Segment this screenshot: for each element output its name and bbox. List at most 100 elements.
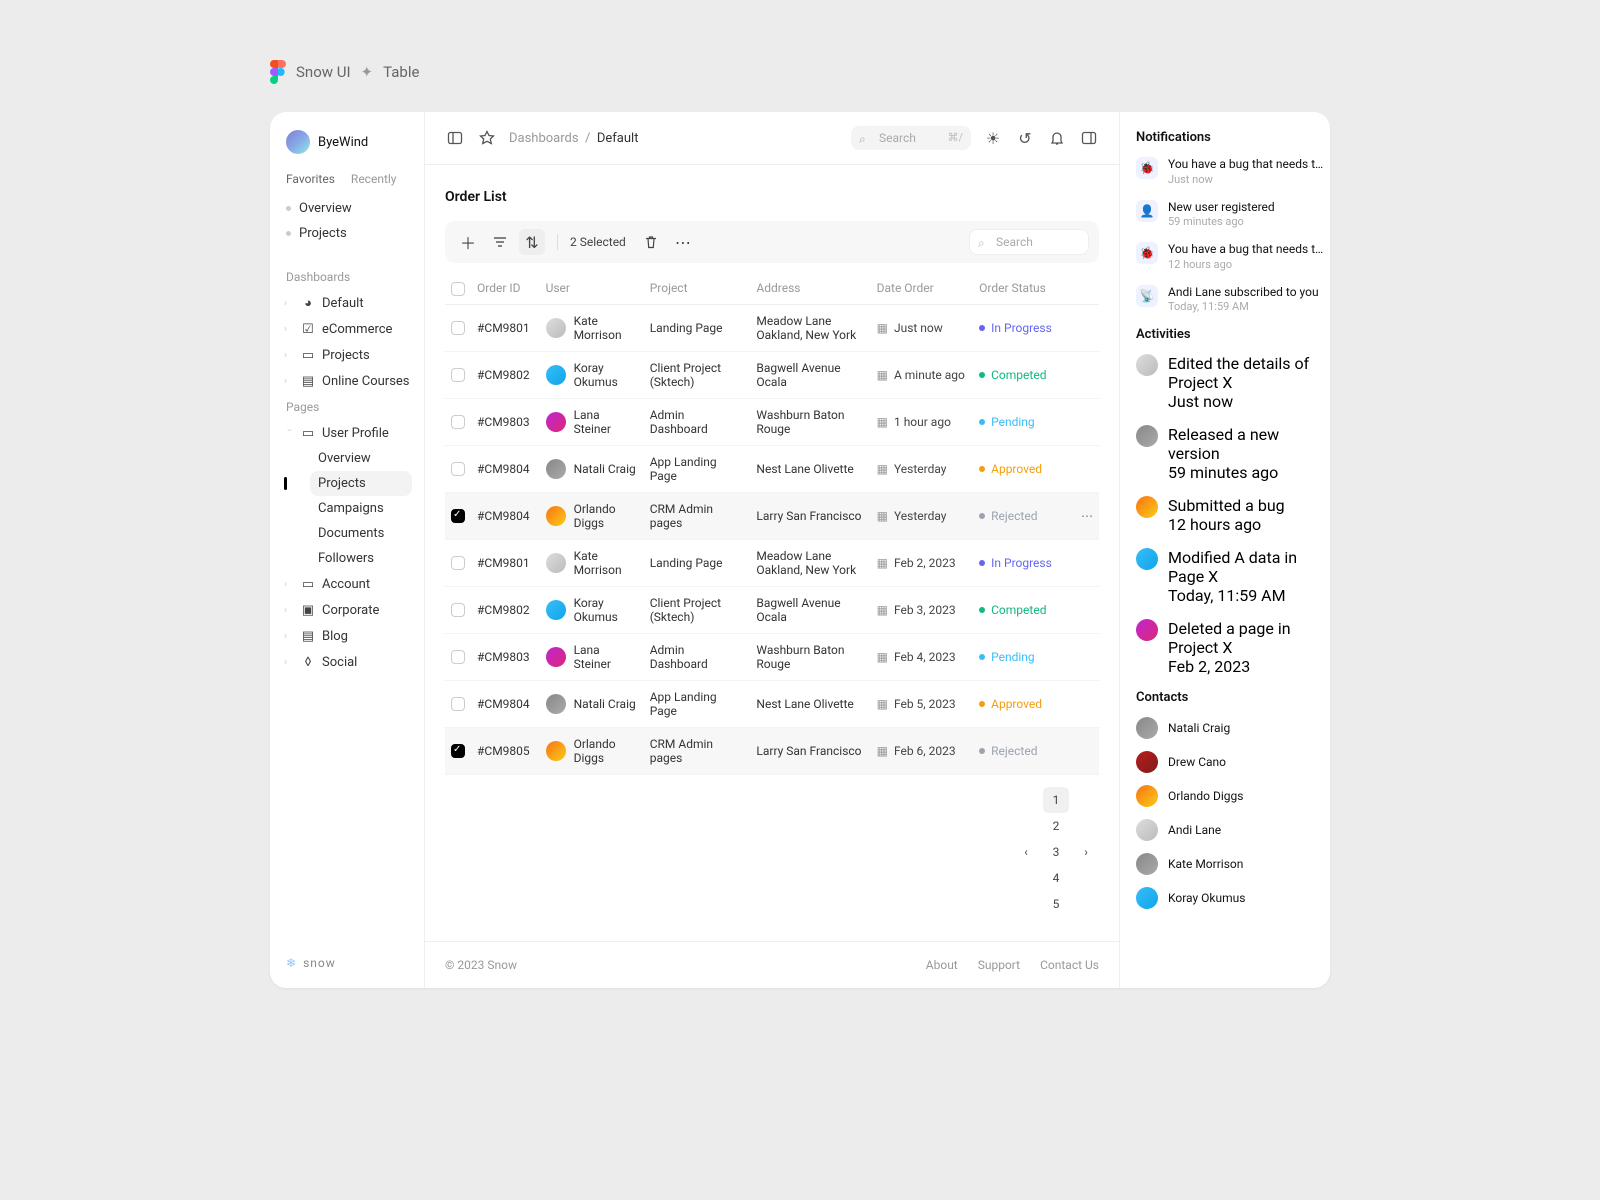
col-header[interactable]: Address [750, 273, 870, 304]
nav-item[interactable]: ›▭Account [282, 571, 412, 597]
contacts-heading: Contacts [1136, 690, 1314, 705]
page-number[interactable]: 4 [1043, 865, 1069, 891]
contact-item[interactable]: Drew Cano [1136, 751, 1314, 773]
notification-item[interactable]: 🐞You have a bug that needs t…Just now [1136, 157, 1314, 186]
page-next[interactable]: › [1073, 839, 1099, 865]
contact-item[interactable]: Natali Craig [1136, 717, 1314, 739]
contact-name: Andi Lane [1168, 823, 1221, 837]
row-checkbox[interactable] [451, 368, 465, 382]
avatar [1136, 354, 1158, 376]
more-button[interactable]: ⋯ [670, 229, 696, 255]
row-checkbox[interactable] [451, 321, 465, 335]
global-search[interactable]: ⌕ Search ⌘/ [851, 126, 971, 150]
crumb-a[interactable]: Dashboards [509, 131, 579, 146]
tab-recently[interactable]: Recently [351, 172, 397, 186]
page-number[interactable]: 2 [1043, 813, 1069, 839]
contact-item[interactable]: Andi Lane [1136, 819, 1314, 841]
fav-item[interactable]: Overview [282, 196, 412, 221]
row-checkbox[interactable] [451, 697, 465, 711]
activity-item[interactable]: Modified A data in Page XToday, 11:59 AM [1136, 548, 1314, 605]
table-row[interactable]: #CM9804 Natali Craig App Landing Page Ne… [445, 445, 1099, 492]
notification-item[interactable]: 👤New user registered59 minutes ago [1136, 200, 1314, 229]
history-icon[interactable]: ↺ [1015, 128, 1035, 148]
table-row[interactable]: #CM9801 Kate Morrison Landing Page Meado… [445, 539, 1099, 586]
notification-item[interactable]: 🐞You have a bug that needs t…12 hours ag… [1136, 242, 1314, 271]
sub-item[interactable]: Projects [310, 471, 412, 496]
table-row[interactable]: #CM9805 Orlando Diggs CRM Admin pages La… [445, 727, 1099, 774]
row-checkbox[interactable] [451, 415, 465, 429]
contact-item[interactable]: Orlando Diggs [1136, 785, 1314, 807]
status-badge: Rejected [979, 744, 1069, 758]
activity-text: Submitted a bug [1168, 496, 1285, 515]
nav-item[interactable]: ›▤Blog [282, 623, 412, 649]
filter-button[interactable] [487, 229, 513, 255]
col-header[interactable]: Project [644, 273, 751, 304]
footer-link[interactable]: About [926, 958, 958, 972]
notification-item[interactable]: 📡Andi Lane subscribed to youToday, 11:59… [1136, 285, 1314, 314]
col-header[interactable]: Order ID [471, 273, 540, 304]
sub-item[interactable]: Documents [310, 521, 412, 546]
row-more-icon[interactable]: ⋯ [1081, 509, 1093, 523]
sidebar-toggle-icon[interactable] [445, 128, 465, 148]
activity-item[interactable]: Submitted a bug12 hours ago [1136, 496, 1314, 534]
nav-item[interactable]: ›▤Online Courses [282, 368, 412, 394]
row-checkbox[interactable] [451, 509, 465, 523]
fav-item[interactable]: Projects [282, 221, 412, 246]
col-header[interactable]: User [540, 273, 644, 304]
contact-item[interactable]: Kate Morrison [1136, 853, 1314, 875]
col-header[interactable]: Order Status [973, 273, 1075, 304]
activity-item[interactable]: Deleted a page in Project XFeb 2, 2023 [1136, 619, 1314, 676]
contact-item[interactable]: Koray Okumus [1136, 887, 1314, 909]
add-button[interactable]: ＋ [455, 229, 481, 255]
table-row[interactable]: #CM9802 Koray Okumus Client Project (Skt… [445, 351, 1099, 398]
rightbar-toggle-icon[interactable] [1079, 128, 1099, 148]
table-row[interactable]: #CM9803 Lana Steiner Admin Dashboard Was… [445, 398, 1099, 445]
theme-icon[interactable]: ☀ [983, 128, 1003, 148]
date: 1 hour ago [894, 415, 951, 429]
nav-item[interactable]: ›▣Corporate [282, 597, 412, 623]
order-id: #CM9804 [471, 445, 540, 492]
nav-item[interactable]: ›◕Default [282, 290, 412, 316]
page-number[interactable]: 1 [1043, 787, 1069, 813]
row-checkbox[interactable] [451, 650, 465, 664]
row-checkbox[interactable] [451, 744, 465, 758]
sort-button[interactable]: ⇅ [519, 229, 545, 255]
page-number[interactable]: 3 [1043, 839, 1069, 865]
nav-item[interactable]: ›☑eCommerce [282, 316, 412, 342]
calendar-icon: ▦ [877, 415, 888, 429]
bell-icon[interactable] [1047, 128, 1067, 148]
table-row[interactable]: #CM9801 Kate Morrison Landing Page Meado… [445, 304, 1099, 351]
nav-item[interactable]: ›▭Projects [282, 342, 412, 368]
status-badge: In Progress [979, 321, 1069, 335]
page-number[interactable]: 5 [1043, 891, 1069, 917]
star-icon[interactable] [477, 128, 497, 148]
row-checkbox[interactable] [451, 462, 465, 476]
table-row[interactable]: #CM9804 Natali Craig App Landing Page Ne… [445, 680, 1099, 727]
table-row[interactable]: #CM9802 Koray Okumus Client Project (Skt… [445, 586, 1099, 633]
avatar [1136, 619, 1158, 641]
nav-item[interactable]: ›◊Social [282, 649, 412, 675]
sub-item[interactable]: Campaigns [310, 496, 412, 521]
table-row[interactable]: #CM9804 Orlando Diggs CRM Admin pages La… [445, 492, 1099, 539]
crumb-b[interactable]: Default [597, 131, 639, 146]
search-placeholder: Search [879, 131, 916, 145]
table-row[interactable]: #CM9803 Lana Steiner Admin Dashboard Was… [445, 633, 1099, 680]
col-header[interactable]: Date Order [871, 273, 974, 304]
activity-item[interactable]: Edited the details of Project XJust now [1136, 354, 1314, 411]
sidebar-user[interactable]: ByeWind [282, 130, 412, 154]
notif-time: Just now [1168, 173, 1323, 186]
nav-label: User Profile [322, 426, 389, 441]
row-checkbox[interactable] [451, 603, 465, 617]
footer-link[interactable]: Contact Us [1040, 958, 1099, 972]
row-checkbox[interactable] [451, 556, 465, 570]
sub-item[interactable]: Overview [310, 446, 412, 471]
activity-item[interactable]: Released a new version59 minutes ago [1136, 425, 1314, 482]
checkbox-all[interactable] [451, 282, 465, 296]
nav-user-profile[interactable]: › ▭ User Profile [282, 420, 412, 446]
footer-link[interactable]: Support [978, 958, 1020, 972]
sub-item[interactable]: Followers [310, 546, 412, 571]
page-prev[interactable]: ‹ [1013, 839, 1039, 865]
delete-button[interactable] [638, 229, 664, 255]
tab-favorites[interactable]: Favorites [286, 172, 335, 186]
table-search[interactable]: ⌕ Search [969, 229, 1089, 255]
